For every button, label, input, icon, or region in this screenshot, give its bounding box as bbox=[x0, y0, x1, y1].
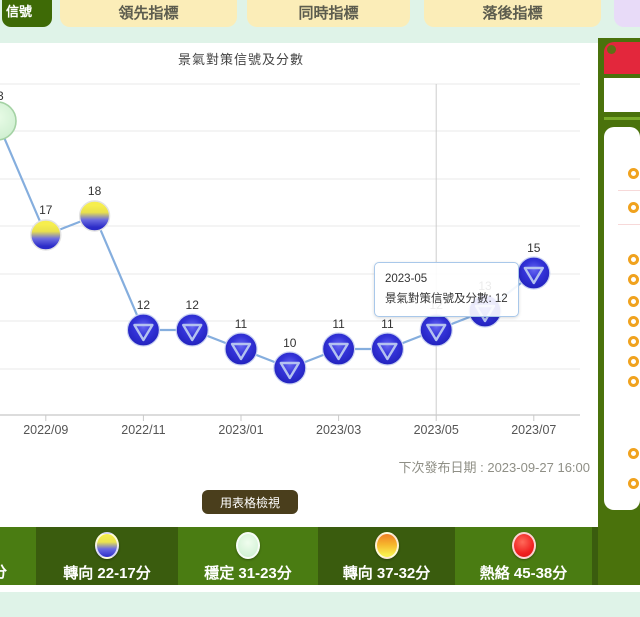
chart-title: 景氣對策信號及分數 bbox=[178, 49, 304, 68]
point-label: 11 bbox=[381, 317, 394, 331]
chart-point-2023/07[interactable]: 15 bbox=[518, 241, 550, 289]
sidebar-bullet-list bbox=[604, 127, 640, 510]
yellow-blue-signal-ball-icon bbox=[95, 532, 119, 559]
next-release-date: 下次發布日期 : 2023-09-27 16:00 bbox=[399, 457, 590, 476]
tab-lagging[interactable]: 落後指標 bbox=[424, 0, 601, 27]
point-label: 11 bbox=[332, 317, 345, 331]
x-tick-label: 2023/03 bbox=[316, 423, 361, 437]
tooltip-value: 景氣對策信號及分數: 12 bbox=[385, 290, 508, 310]
chart-point-2022/08[interactable]: 23 bbox=[0, 89, 16, 140]
orange-bullet-icon bbox=[628, 168, 639, 179]
orange-bullet-icon bbox=[628, 376, 639, 387]
list-separator bbox=[618, 224, 640, 225]
tab-coincident[interactable]: 同時指標 bbox=[247, 0, 410, 27]
x-tick-label: 2022/09 bbox=[23, 423, 68, 437]
chart-point-2023/02[interactable]: 10 bbox=[274, 336, 306, 384]
orange-bullet-icon bbox=[628, 202, 639, 213]
sidebar-clipped bbox=[598, 38, 640, 585]
bottom-strip bbox=[0, 585, 640, 592]
orange-bullet-icon bbox=[628, 448, 639, 459]
x-tick-label: 2023/05 bbox=[414, 423, 459, 437]
tab-leading[interactable]: 領先指標 bbox=[60, 0, 237, 27]
tab-more[interactable] bbox=[614, 0, 640, 27]
x-tick-label: 2022/11 bbox=[121, 423, 165, 437]
series-line bbox=[0, 121, 534, 368]
chart-tooltip: 2023-05 景氣對策信號及分數: 12 bbox=[374, 262, 519, 317]
pale-green-signal-ball-icon bbox=[236, 532, 260, 559]
point-label: 17 bbox=[39, 203, 53, 217]
legend-item-stable: 穩定 31-23分 bbox=[178, 527, 318, 585]
orange-bullet-icon bbox=[628, 478, 639, 489]
sidebar-red-header bbox=[604, 42, 640, 74]
red-signal-ball-icon bbox=[512, 532, 536, 559]
legend-label: 分 bbox=[0, 561, 7, 582]
point-label: 12 bbox=[186, 298, 200, 312]
table-view-button[interactable]: 用表格檢視 bbox=[202, 490, 298, 514]
x-tick-label: 2023/07 bbox=[511, 423, 556, 437]
chart-point-2023/03[interactable]: 11 bbox=[323, 317, 355, 365]
list-separator bbox=[618, 190, 640, 191]
legend-label: 轉向 37-32分 bbox=[318, 562, 455, 583]
sidebar-white-box bbox=[604, 78, 640, 112]
orange-bullet-icon bbox=[628, 316, 639, 327]
x-tick-label: 2023/01 bbox=[218, 423, 263, 437]
chart-point-2022/12[interactable]: 12 bbox=[176, 298, 208, 346]
orange-bullet-icon bbox=[628, 336, 639, 347]
chart-point-2023/04[interactable]: 11 bbox=[371, 317, 403, 365]
legend-item-clipped: 分 bbox=[0, 527, 36, 585]
legend-label: 熱絡 45-38分 bbox=[455, 562, 592, 583]
legend-label: 穩定 31-23分 bbox=[178, 562, 318, 583]
sidebar-divider bbox=[604, 117, 640, 120]
legend-item-hot: 熱絡 45-38分 bbox=[455, 527, 592, 585]
sidebar-olive-dot-icon bbox=[607, 45, 616, 54]
point-label: 18 bbox=[88, 184, 102, 198]
orange-bullet-icon bbox=[628, 356, 639, 367]
point-label: 10 bbox=[283, 336, 297, 350]
orange-yellow-signal-ball-icon bbox=[375, 532, 399, 559]
legend-label: 轉向 22-17分 bbox=[36, 562, 178, 583]
orange-bullet-icon bbox=[628, 296, 639, 307]
tab-signal[interactable]: 信號 bbox=[2, 0, 52, 27]
chart-point-2022/10[interactable]: 18 bbox=[80, 184, 110, 231]
point-label: 15 bbox=[527, 241, 541, 255]
legend-item-transition-low: 轉向 22-17分 bbox=[36, 527, 178, 585]
point-label: 23 bbox=[0, 89, 4, 103]
point-label: 12 bbox=[137, 298, 151, 312]
orange-bullet-icon bbox=[628, 254, 639, 265]
orange-bullet-icon bbox=[628, 274, 639, 285]
legend-item-transition-high: 轉向 37-32分 bbox=[318, 527, 455, 585]
signal-legend-bar: 分 轉向 22-17分穩定 31-23分轉向 37-32分熱絡 45-38分 bbox=[0, 527, 640, 585]
point-label: 11 bbox=[235, 317, 248, 331]
tooltip-date: 2023-05 bbox=[385, 270, 508, 290]
chart-point-2023/01[interactable]: 11 bbox=[225, 317, 257, 365]
